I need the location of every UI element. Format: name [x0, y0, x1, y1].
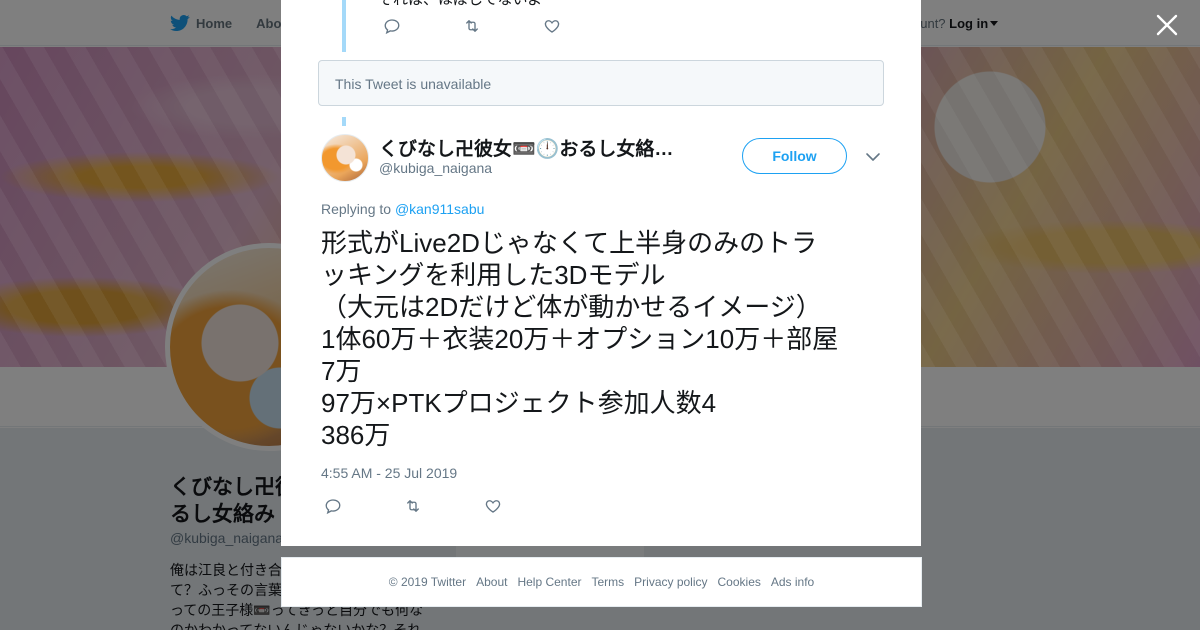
footer-link-about[interactable]: About [476, 575, 507, 589]
previous-tweet-actions [382, 16, 622, 36]
tweet-text-line: 7万 [321, 356, 362, 386]
chevron-down-icon[interactable] [865, 150, 881, 164]
author-handle[interactable]: @kubiga_naigana [379, 160, 492, 176]
retweet-button[interactable] [462, 16, 482, 36]
unavailable-tweet-notice: This Tweet is unavailable [318, 60, 884, 106]
tweet-text-line: 386万 [321, 420, 391, 450]
like-button[interactable] [483, 496, 503, 516]
thread-connector-line-short [342, 117, 346, 126]
reply-icon [325, 499, 341, 515]
footer-link-cookies[interactable]: Cookies [718, 575, 761, 589]
modal-footer: © 2019 Twitter About Help Center Terms P… [281, 557, 922, 607]
tweet-permalink-modal: それは、ほぼしてないよ This Tweet is unavailable くび… [281, 0, 921, 546]
like-icon [544, 20, 560, 33]
footer-link-terms[interactable]: Terms [591, 575, 624, 589]
tweet-text-line: ッキングを利用した3Dモデル [321, 260, 666, 290]
reply-button[interactable] [382, 16, 402, 36]
tweet-text-line: 形式がLive2Dじゃなくて上半身のみのトラ [321, 228, 818, 258]
footer-link-help-center[interactable]: Help Center [517, 575, 581, 589]
replying-to-handle-link[interactable]: @kan911sabu [395, 201, 484, 217]
reply-button[interactable] [323, 496, 343, 516]
like-icon [485, 500, 501, 513]
tweet-actions [323, 496, 563, 516]
footer-link-ads-info[interactable]: Ads info [771, 575, 814, 589]
replying-to: Replying to @kan911sabu [321, 201, 484, 217]
replying-to-prefix: Replying to [321, 201, 392, 217]
tweet-text-line: （大元は2Dだけど体が動かせるイメージ） [321, 292, 822, 322]
tweet-text-line: 1体60万＋衣装20万＋オプション10万＋部屋 [321, 324, 839, 354]
follow-button[interactable]: Follow [742, 138, 847, 174]
retweet-icon [407, 500, 419, 512]
footer-link-privacy[interactable]: Privacy policy [634, 575, 707, 589]
footer-copyright: © 2019 Twitter [388, 575, 467, 589]
author-avatar[interactable] [321, 134, 369, 182]
tweet-text: 形式がLive2Dじゃなくて上半身のみのトラ ッキングを利用した3Dモデル （大… [321, 227, 881, 451]
tweet-timestamp[interactable]: 4:55 AM - 25 Jul 2019 [321, 465, 457, 481]
reply-icon [384, 19, 400, 35]
thread-connector-line [342, 0, 346, 52]
tweet-text-line: 97万×PTKプロジェクト参加人数4 [321, 388, 717, 418]
retweet-button[interactable] [403, 496, 423, 516]
previous-tweet-text: それは、ほぼしてないよ [378, 0, 542, 9]
like-button[interactable] [542, 16, 562, 36]
close-icon[interactable] [1154, 12, 1180, 38]
retweet-icon [466, 20, 478, 32]
author-display-name[interactable]: くびなし卍彼女📼🕛おるし女絡… [379, 134, 689, 161]
